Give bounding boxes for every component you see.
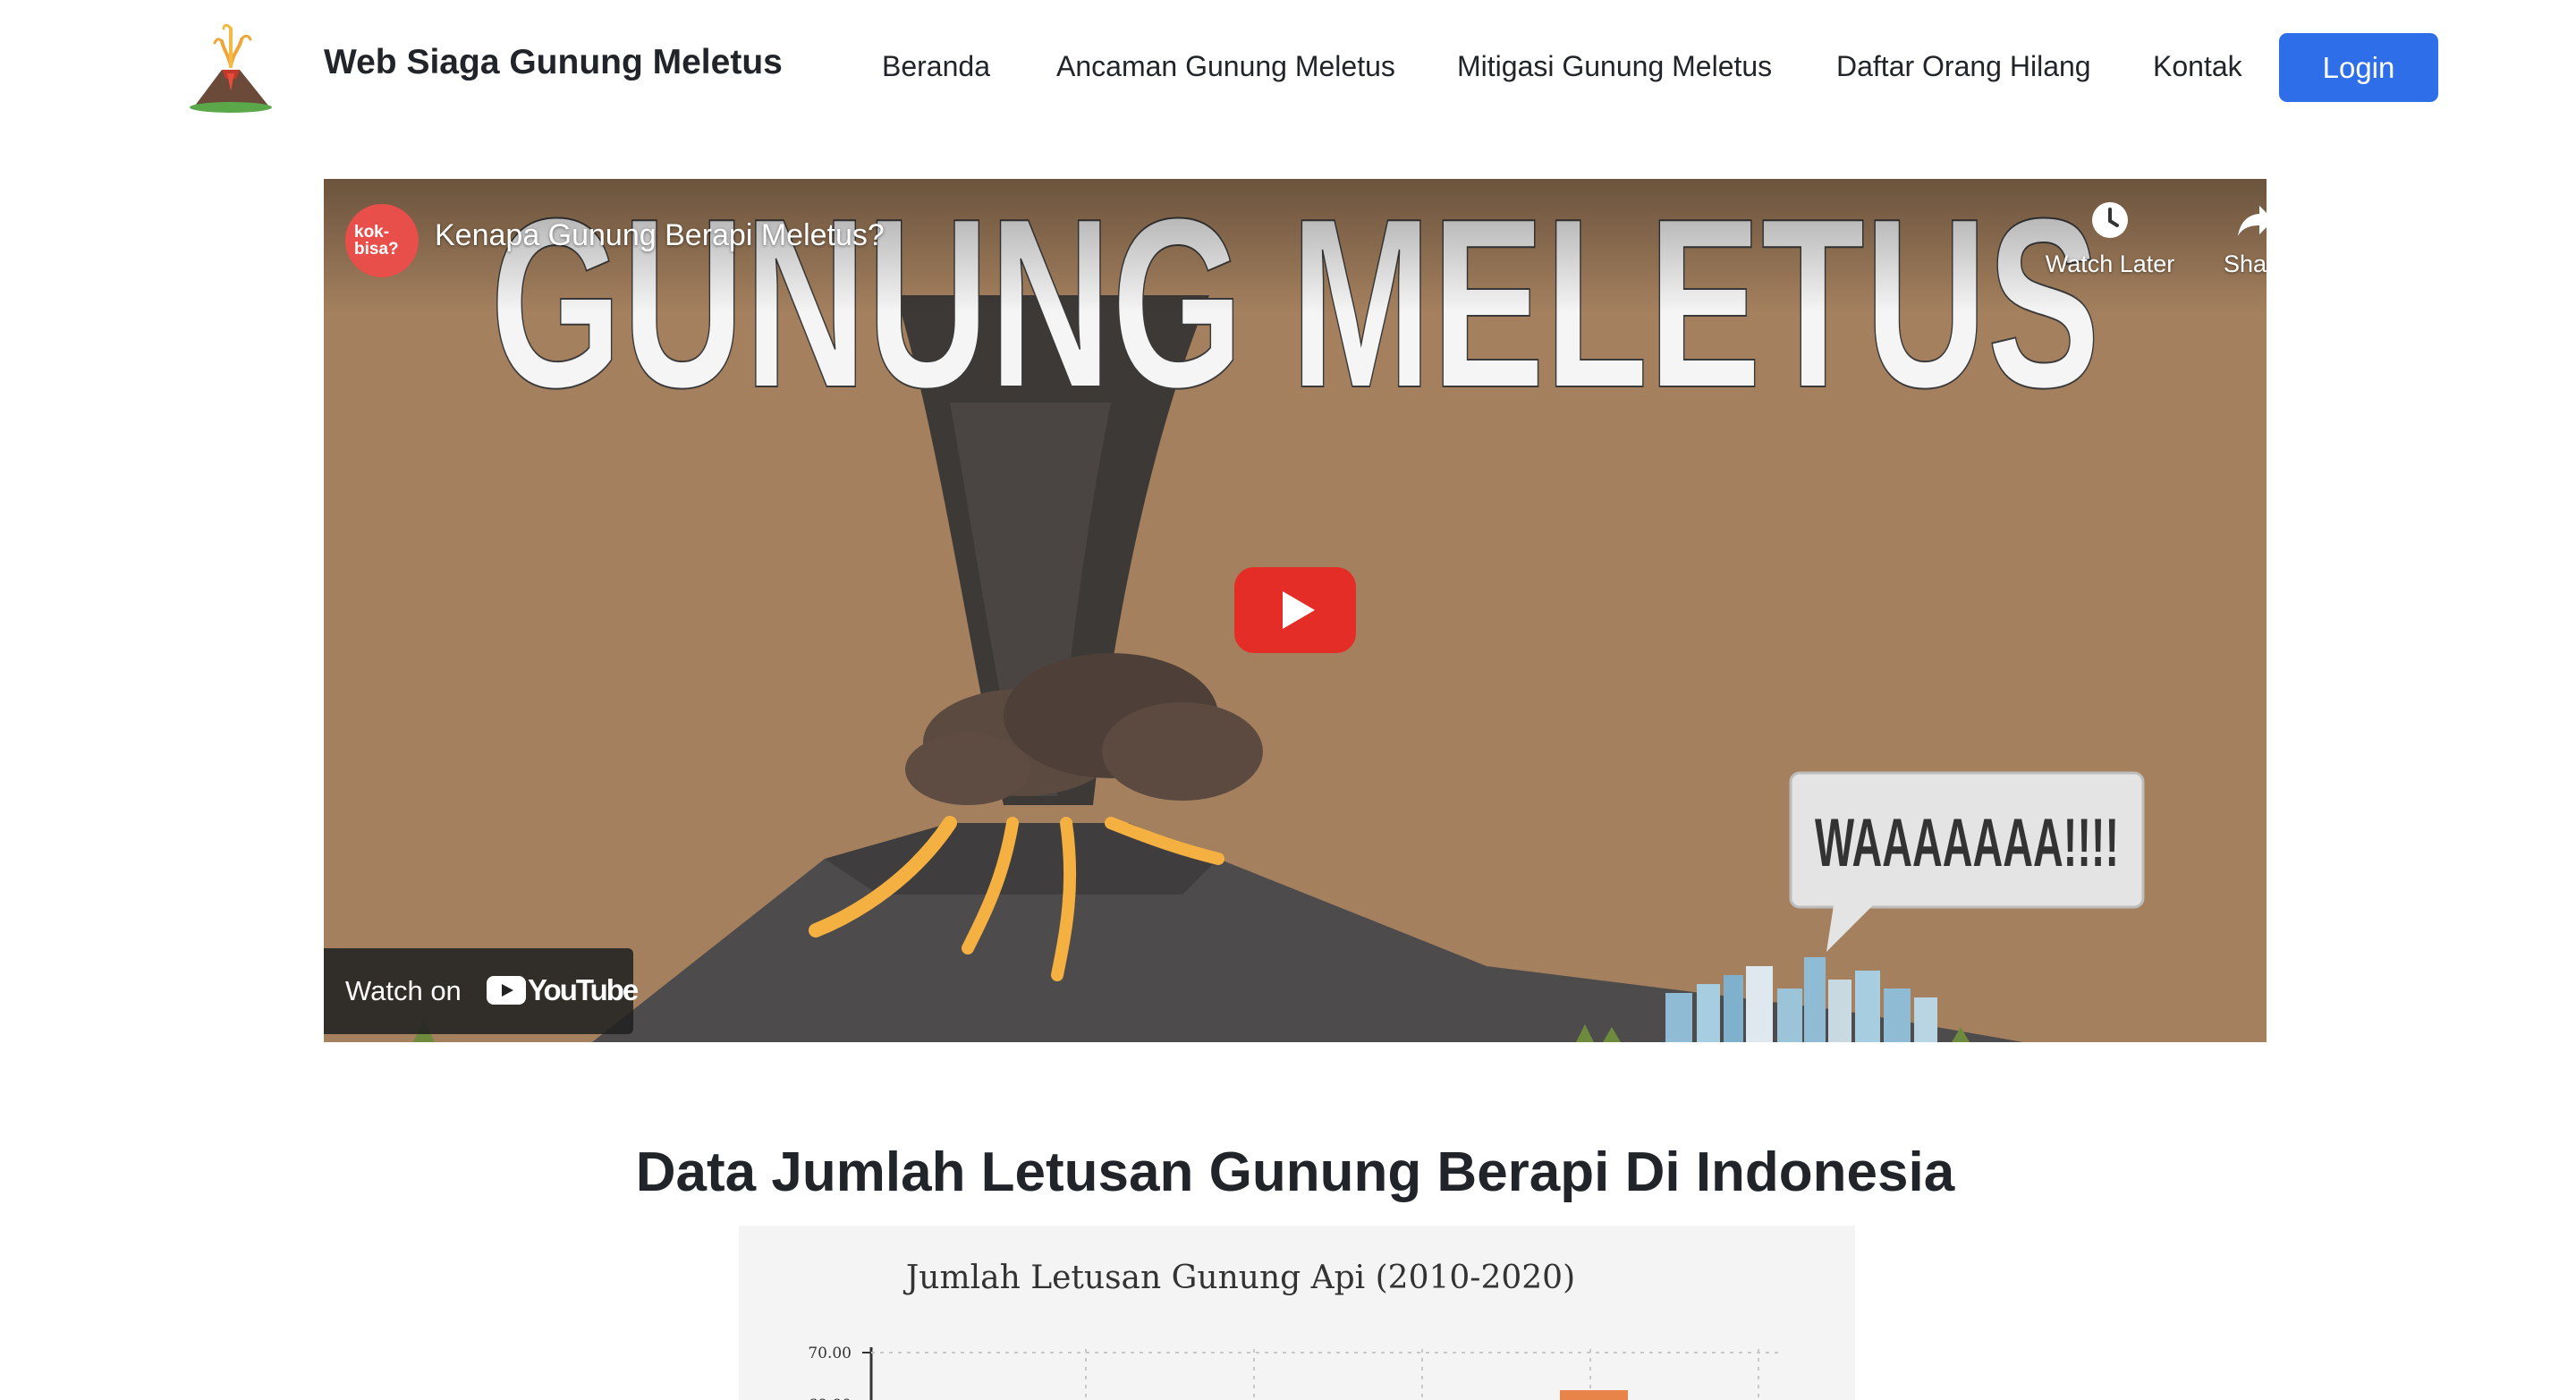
watch-on-label: Watch on [345, 975, 462, 1006]
watch-later-button[interactable]: Watch Later [2038, 199, 2182, 278]
login-button[interactable]: Login [2279, 33, 2438, 102]
play-button[interactable] [1234, 567, 1356, 653]
nav-link-daftar-orang-hilang[interactable]: Daftar Orang Hilang [1836, 50, 2091, 83]
watch-on-youtube-button[interactable]: Watch on YouTube [324, 948, 639, 1034]
play-icon [1283, 591, 1315, 629]
nav-link-ancaman[interactable]: Ancaman Gunung Meletus [1056, 50, 1395, 83]
navbar: Web Siaga Gunung Meletus Beranda Ancaman… [0, 0, 2576, 134]
youtube-logo-icon [487, 976, 526, 1005]
clock-icon [2092, 202, 2128, 238]
channel-avatar[interactable]: kok-bisa? [345, 204, 419, 277]
share-icon [2238, 206, 2267, 236]
youtube-wordmark: YouTube [528, 973, 639, 1006]
chart-y-tick-label: 60.00 [808, 1396, 852, 1400]
nav-link-kontak[interactable]: Kontak [2153, 50, 2242, 83]
share-button[interactable]: Share [2184, 199, 2267, 278]
nav-link-beranda[interactable]: Beranda [882, 50, 990, 83]
channel-avatar-text: kok-bisa? [354, 223, 399, 259]
share-label: Share [2223, 250, 2267, 277]
chart-bar [1560, 1390, 1628, 1400]
youtube-embed[interactable]: GUNUNG MELETUS WAAAAAAA!!!! kok-bisa? Ke… [324, 179, 2267, 1042]
chart-y-tick-label: 70.00 [808, 1345, 852, 1362]
video-title[interactable]: Kenapa Gunung Berapi Meletus? [435, 218, 885, 253]
eruption-chart: Jumlah Letusan Gunung Api (2010-2020) 70… [739, 1226, 1855, 1400]
site-brand[interactable]: Web Siaga Gunung Meletus [324, 43, 783, 82]
nav-link-mitigasi[interactable]: Mitigasi Gunung Meletus [1457, 50, 1772, 83]
watch-later-label: Watch Later [2045, 250, 2175, 277]
section-title: Data Jumlah Letusan Gunung Berapi Di Ind… [635, 1141, 1955, 1203]
chart-plot: 70.00 60.00 [808, 1345, 1784, 1400]
volcano-icon[interactable] [188, 20, 274, 115]
speech-bubble-text: WAAAAAAA!!!! [1815, 805, 2119, 881]
